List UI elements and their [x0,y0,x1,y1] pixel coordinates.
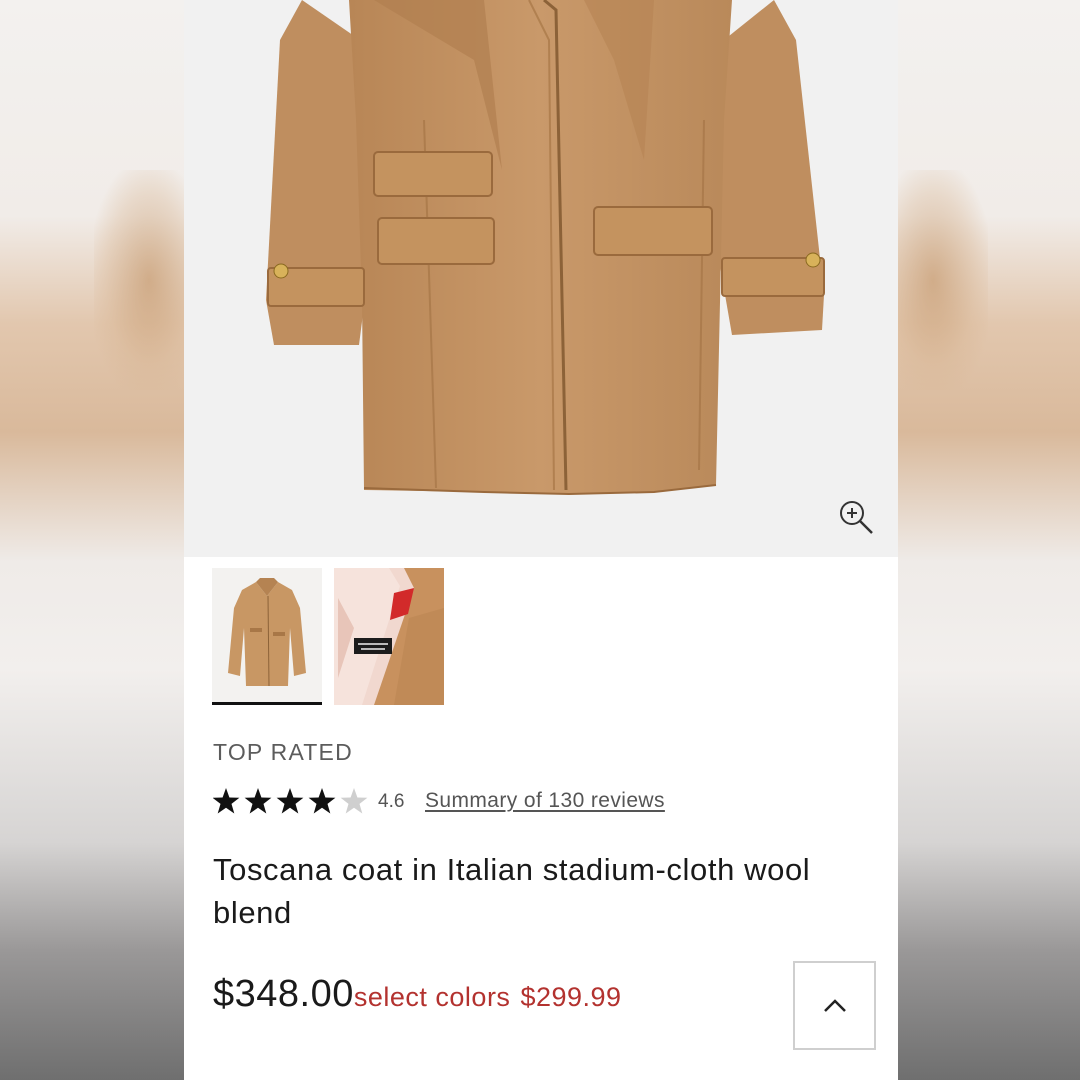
backdrop-right [878,0,1080,1080]
top-rated-badge: TOP RATED [213,739,353,765]
back-to-top-button[interactable] [793,961,876,1050]
star-icon [276,788,304,814]
regular-price: $348.00 [213,973,354,1015]
star-rating [213,788,368,814]
product-title: Toscana coat in Italian stadium-cloth wo… [213,852,811,930]
star-icon-partial [340,788,368,814]
star-icon [244,788,272,814]
thumbnail-coat-lining[interactable] [334,568,444,705]
sale-price: $299.99 [520,982,622,1012]
reviews-summary-link[interactable]: Summary of 130 reviews [425,789,665,813]
thumbnail-coat-front[interactable] [212,568,322,705]
zoom-in-icon[interactable] [836,497,876,537]
chevron-up-icon [823,998,846,1012]
price-row: $348.00select colors $299.99 [213,973,773,1029]
star-icon [213,788,240,814]
rating-row: 4.6 Summary of 130 reviews [213,783,873,817]
thumbnail-strip [212,568,512,708]
coat-lining-thumbnail [334,568,444,705]
product-hero-image[interactable] [184,0,898,557]
star-icon [308,788,336,814]
coat-image [266,0,825,496]
thumbnail-selected-indicator [212,702,322,705]
product-screen: TOP RATED 4.6 Summary of 130 reviews Tos… [184,0,898,1080]
coat-front-thumbnail [212,568,322,702]
sale-label: select colors [353,982,511,1012]
backdrop-left [0,0,204,1080]
rating-value: 4.6 [378,791,405,812]
